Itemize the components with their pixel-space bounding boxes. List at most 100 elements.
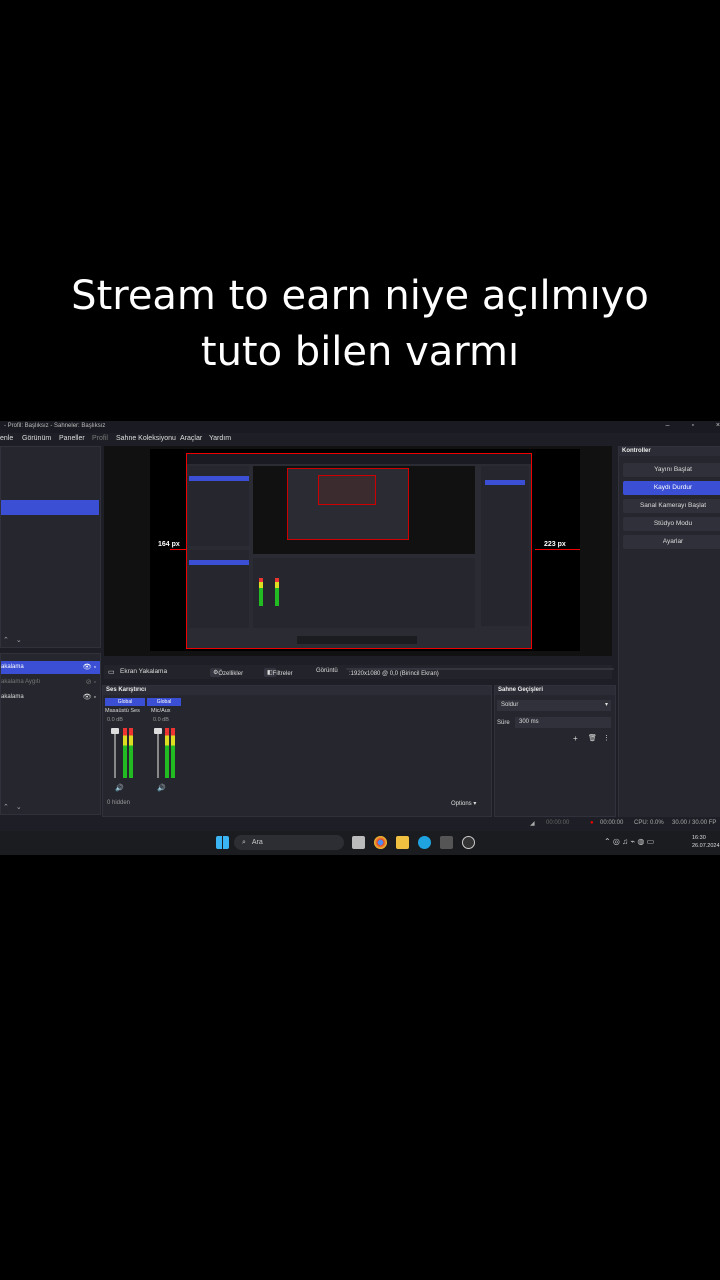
more-icon[interactable]: ⋮ xyxy=(603,734,610,742)
windows-start-icon[interactable] xyxy=(216,836,229,849)
window-title: - Profil: Başlıksız - Sahneler: Başlıksı… xyxy=(4,423,106,429)
stop-recording-button[interactable]: Kaydı Durdur xyxy=(623,481,720,495)
duration-value: 300 ms xyxy=(519,719,539,725)
volume-fader[interactable] xyxy=(157,728,159,778)
obs-icon[interactable] xyxy=(462,836,475,849)
record-indicator-icon: ● xyxy=(590,820,594,826)
start-virtual-camera-button[interactable]: Sanal Kamerayı Başlat xyxy=(623,499,720,513)
mixer-title: Ses Karıştırıcı xyxy=(103,686,491,695)
selected-source-name: Ekran Yakalama xyxy=(120,668,168,675)
eye-icon[interactable]: 👁 ▫ xyxy=(83,661,96,674)
right-margin-label: 223 px xyxy=(544,541,566,548)
close-icon[interactable]: × xyxy=(716,422,720,429)
chevron-down-icon[interactable]: ⌄ xyxy=(16,804,22,811)
nested-sources xyxy=(189,550,249,628)
options-label: Options xyxy=(451,801,472,807)
preview-area[interactable]: 164 px 223 px xyxy=(104,446,612,656)
channel-badge: Global xyxy=(147,698,181,706)
display-label: Görüntü xyxy=(316,668,338,674)
source-toolbar: ▭ Ekran Yakalama ⚙ Özellikler ◧ Filtrele… xyxy=(104,665,614,679)
source-item[interactable]: akalama 👁 ▫ xyxy=(1,691,100,704)
fader-handle[interactable] xyxy=(154,728,162,734)
channel-badge: Global xyxy=(105,698,145,706)
eye-hidden-icon[interactable]: ⊘ ▫ xyxy=(86,676,96,689)
minimize-icon[interactable]: – xyxy=(666,422,670,429)
fader-handle[interactable] xyxy=(111,728,119,734)
window-titlebar: - Profil: Başlıksız - Sahneler: Başlıksı… xyxy=(0,421,720,433)
network-icon: ◢ xyxy=(530,821,535,827)
properties-label: Özellikler xyxy=(218,671,244,677)
taskbar-search[interactable]: ⌕ Ara xyxy=(234,835,344,850)
chrome-icon[interactable] xyxy=(374,836,387,849)
channel-db: 0.0 dB xyxy=(153,717,169,723)
scene-transitions-dock: Sahne Geçişleri Soldur ▾ Süre 300 ms + 🗑… xyxy=(494,685,616,817)
channel-name: Masaüstü Ses xyxy=(105,708,140,714)
left-margin-label: 164 px xyxy=(158,541,180,548)
fps-readout: 30.00 / 30.00 FP xyxy=(672,820,717,826)
source-label: akalama xyxy=(1,694,24,700)
source-label: akalama Aygıtı xyxy=(1,679,41,685)
maximize-icon[interactable]: ▫ xyxy=(691,422,693,429)
chevron-up-icon[interactable]: ⌃ xyxy=(3,804,9,811)
chevron-down-icon[interactable]: ⌄ xyxy=(16,637,22,644)
display-select[interactable]: :1920x1080 @ 0,0 (Birincil Ekran) xyxy=(346,668,614,677)
clock[interactable]: 16:30 26.07.2024 xyxy=(692,834,720,850)
stream-time: 00:00:00 xyxy=(546,820,570,826)
nested-taskbar xyxy=(297,636,417,644)
settings-button[interactable]: Ayarlar xyxy=(623,535,720,549)
level-meter xyxy=(123,728,127,778)
menu-item-file[interactable]: enle xyxy=(0,435,13,442)
duration-input[interactable]: 300 ms xyxy=(515,717,611,728)
transitions-title: Sahne Geçişleri xyxy=(495,686,615,695)
volume-fader[interactable] xyxy=(114,728,116,778)
file-explorer-icon[interactable] xyxy=(396,836,409,849)
task-view-icon[interactable] xyxy=(352,836,365,849)
filters-button[interactable]: ◧ Filtreler xyxy=(264,668,293,677)
source-item[interactable]: akalama Aygıtı ⊘ ▫ xyxy=(1,676,100,689)
chevron-down-icon: ▾ xyxy=(604,702,608,708)
edge-icon[interactable] xyxy=(418,836,431,849)
menu-bar: enle Görünüm Paneller Profil Sahne Kolek… xyxy=(0,434,620,445)
menu-item-docks[interactable]: Paneller xyxy=(59,435,85,442)
start-streaming-button[interactable]: Yayını Başlat xyxy=(623,463,720,477)
nested-meter-2 xyxy=(275,578,279,606)
clock-time: 16:30 xyxy=(692,835,706,841)
eye-icon[interactable]: 👁 ▫ xyxy=(83,691,96,704)
trash-icon[interactable]: 🗑 xyxy=(588,734,597,742)
menu-item-view[interactable]: Görünüm xyxy=(22,435,51,442)
source-label: akalama xyxy=(1,664,24,670)
properties-button[interactable]: ⚙ Özellikler xyxy=(210,668,243,677)
capture-app-icon[interactable] xyxy=(440,836,453,849)
nested-active-button xyxy=(485,480,525,485)
level-meter xyxy=(129,728,133,778)
video-caption: Stream to earn niye açılmıyo tuto bilen … xyxy=(0,268,720,380)
chevron-up-icon[interactable]: ⌃ xyxy=(3,637,9,644)
windows-taskbar: ⌕ Ara ⌃ ◎ ♫ ⌁ ◍ ▭ 16:30 26.07.2024 xyxy=(0,831,720,855)
nested-inner-preview-2 xyxy=(318,475,376,505)
scene-item-selected[interactable] xyxy=(1,500,99,515)
menu-item-tools[interactable]: Araçlar xyxy=(180,435,202,442)
menu-item-profile[interactable]: Profil xyxy=(92,435,108,442)
channel-db: 0.0 dB xyxy=(107,717,123,723)
add-icon[interactable]: + xyxy=(573,734,578,743)
filters-label: Filtreler xyxy=(272,671,293,677)
options-button[interactable]: Options ▾ xyxy=(451,800,476,807)
right-margin-line xyxy=(535,549,580,550)
captured-screen-source[interactable] xyxy=(186,453,532,649)
speaker-icon[interactable]: 🔊 xyxy=(157,784,166,792)
menu-item-scene-collection[interactable]: Sahne Koleksiyonu xyxy=(116,435,176,442)
sources-dock: akalama 👁 ▫ akalama Aygıtı ⊘ ▫ akalama 👁… xyxy=(0,653,101,815)
tray-icons[interactable]: ⌃ ◎ ♫ ⌁ ◍ ▭ xyxy=(604,837,654,846)
speaker-icon[interactable]: 🔊 xyxy=(115,784,124,792)
studio-mode-button[interactable]: Stüdyo Modu xyxy=(623,517,720,531)
search-icon: ⌕ xyxy=(242,839,246,846)
menu-item-help[interactable]: Yardım xyxy=(209,435,231,442)
search-placeholder: Ara xyxy=(251,839,263,846)
nested-preview xyxy=(253,466,475,554)
nested-selected-source xyxy=(189,560,249,565)
nested-selected-scene xyxy=(189,476,249,481)
transition-select[interactable]: Soldur ▾ xyxy=(497,700,611,711)
source-item[interactable]: akalama 👁 ▫ xyxy=(1,661,100,674)
record-time: 00:00:00 xyxy=(600,820,624,826)
scenes-dock: ⌃ ⌄ xyxy=(0,446,101,648)
